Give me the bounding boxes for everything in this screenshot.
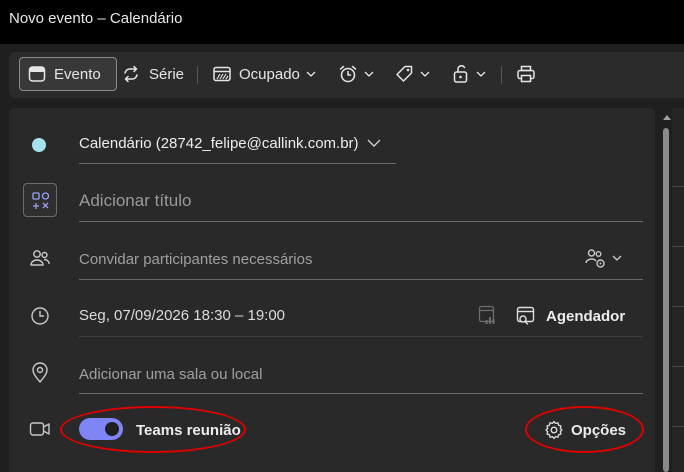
shapes-icon [32,192,50,209]
calendar-selector[interactable]: Calendário (28742_felipe@callink.com.br) [79,135,359,152]
event-tab-label: Evento [54,65,101,83]
video-camera-icon [29,422,50,436]
scrollbar-thumb[interactable] [663,128,669,472]
scheduler-icon [516,306,535,325]
series-label: Série [149,65,185,83]
attendee-options-dropdown[interactable] [585,248,625,270]
toolbar-divider [197,66,198,84]
annotation-ellipse-options [525,406,644,453]
toolbar-divider [501,66,502,84]
chevron-down-icon [420,71,430,77]
status-label: Ocupado [239,65,300,83]
datetime-divider [79,336,643,337]
location-input[interactable]: Adicionar uma sala ou local [79,366,262,383]
scroll-up-arrow-icon[interactable] [662,113,672,121]
category-dropdown[interactable] [394,57,430,91]
series-button[interactable]: Série [121,57,184,91]
title-icon-button[interactable] [23,183,57,217]
scheduler-button[interactable]: Agendador [516,305,625,327]
calendar-event-icon [28,66,46,82]
calendar-selector-underline [79,163,396,164]
title-bar: Novo evento – Calendário [0,0,684,44]
chevron-down-icon [476,71,486,77]
printer-icon [517,65,535,83]
reminder-dropdown[interactable] [338,57,374,91]
annotation-ellipse-teams [60,406,246,453]
location-input-underline [79,393,643,394]
status-dropdown[interactable]: Ocupado [213,57,316,91]
title-input[interactable]: Adicionar título [79,191,191,211]
calendar-selector-label: Calendário (28742_felipe@callink.com.br) [79,135,359,152]
people-icon [30,250,50,266]
scheduler-label: Agendador [546,307,626,325]
busy-status-icon [213,66,231,82]
clock-icon [31,307,49,325]
calendar-color-dot [32,138,46,152]
chevron-down-icon [306,71,316,77]
toolbar: Evento Série Ocupado [9,52,684,98]
alarm-clock-icon [339,65,357,83]
attendees-input-underline [79,279,643,280]
event-tab-button[interactable]: Evento [19,57,117,91]
window-title: Novo evento – Calendário [9,10,183,27]
print-button[interactable] [516,57,536,91]
tag-icon [396,65,413,82]
chevron-down-icon [612,255,622,261]
repeat-icon [124,65,138,83]
privacy-dropdown[interactable] [452,57,486,91]
location-pin-icon [32,362,48,383]
background-calendar-strip [672,108,684,472]
chevron-down-icon [364,71,374,77]
calendar-grid-icon[interactable] [478,305,498,327]
datetime-field[interactable]: Seg, 07/09/2026 18:30 – 19:00 [79,307,285,324]
unlock-icon [453,65,468,83]
title-input-underline [79,221,643,222]
people-settings-icon [585,249,605,268]
attendees-input[interactable]: Convidar participantes necessários [79,251,312,268]
chevron-down-icon[interactable] [367,139,381,147]
